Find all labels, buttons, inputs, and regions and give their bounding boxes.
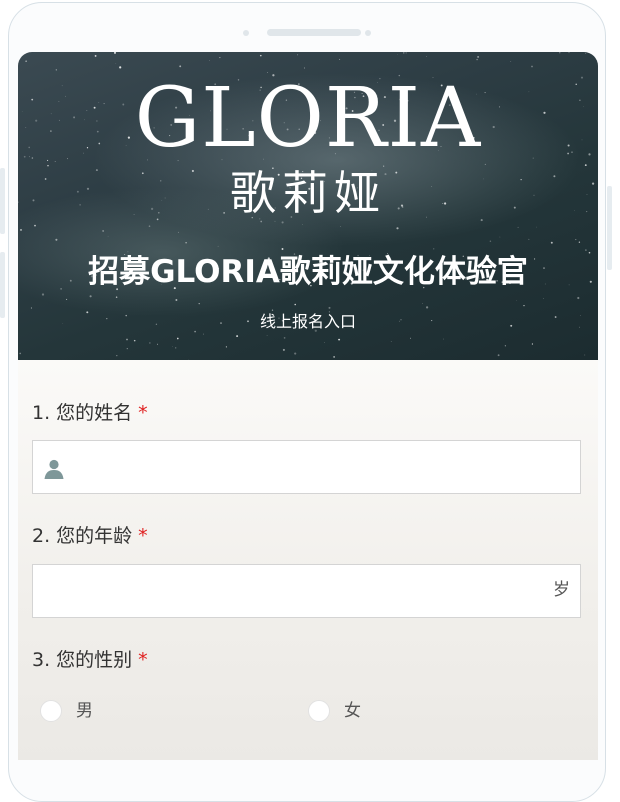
name-input[interactable] [32,440,581,494]
side-button-left-2 [0,252,5,318]
question-age-label: 2. 您的年龄 * [32,527,148,546]
age-unit-suffix: 岁 [553,580,570,600]
gender-option-male[interactable]: 男 [40,700,93,722]
side-button-left-1 [0,168,5,234]
sensor-dot [365,30,371,36]
radio-circle[interactable] [40,700,62,722]
required-mark: * [138,649,148,671]
page-subtitle: 线上报名入口 [259,312,356,331]
question-name-text: 1. 您的姓名 [32,402,133,424]
question-gender-text: 3. 您的性别 [32,649,133,671]
signup-form: 1. 您的姓名 * 2. 您的年龄 * 岁 3. 您的性别 * 男 女 [18,360,598,760]
gender-option-female-label: 女 [344,700,361,721]
question-name-label: 1. 您的姓名 * [32,404,148,423]
radio-circle[interactable] [308,700,330,722]
speaker-grille [267,29,361,36]
brand-logo-cn: 歌莉娅 [230,166,386,220]
gender-option-male-label: 男 [76,700,93,721]
required-mark: * [138,525,148,547]
hero-banner: GLORIA 歌莉娅 招募GLORIA歌莉娅文化体验官 线上报名入口 [18,52,598,360]
required-mark: * [138,402,148,424]
person-icon [44,459,64,479]
age-input[interactable]: 岁 [32,564,581,618]
camera-dot [243,30,249,36]
side-button-right [607,186,612,270]
question-age-text: 2. 您的年龄 [32,525,133,547]
app-screen: GLORIA 歌莉娅 招募GLORIA歌莉娅文化体验官 线上报名入口 1. 您的… [18,52,598,760]
brand-logo-en: GLORIA [134,71,482,166]
page-title: 招募GLORIA歌莉娅文化体验官 [88,254,528,290]
question-gender-label: 3. 您的性别 * [32,651,148,670]
gender-option-female[interactable]: 女 [308,700,361,722]
